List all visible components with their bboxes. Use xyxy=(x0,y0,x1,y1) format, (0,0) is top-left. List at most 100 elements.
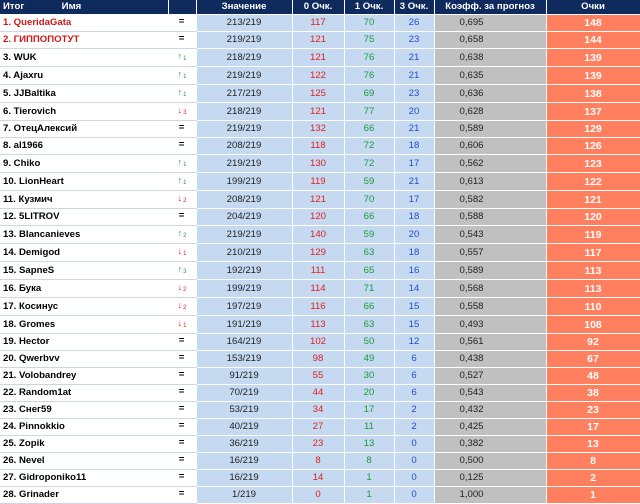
header-zero-points[interactable]: 0 Очк. xyxy=(292,0,345,16)
trend-indicator: ↓1 xyxy=(168,315,197,335)
trend-change: 3 xyxy=(183,110,187,117)
table-row[interactable]: 25. Zopik = 36/219 23 13 0 0,382 13 xyxy=(0,435,640,454)
player-name: 9. Chiko xyxy=(0,154,169,174)
table-row[interactable]: 21. Volobandrey = 91/219 55 30 6 0,527 48 xyxy=(0,367,640,386)
player-name: 4. Ajaxru xyxy=(0,66,169,86)
zero-points-cell: 121 xyxy=(292,31,345,50)
value-cell: 213/219 xyxy=(196,14,293,33)
player-name: 22. Random1at xyxy=(0,384,169,403)
zero-points-cell: 121 xyxy=(292,102,345,122)
coefficient-cell: 0,125 xyxy=(434,469,547,488)
table-row[interactable]: 8. al1966 = 208/219 118 72 18 0,606 126 xyxy=(0,137,640,156)
three-points-cell: 20 xyxy=(394,225,435,245)
header-one-point[interactable]: 1 Очк. xyxy=(344,0,395,16)
header-coefficient[interactable]: Коэфф. за прогноз xyxy=(434,0,547,16)
trend-eq-icon: = xyxy=(178,471,185,483)
trend-eq-icon: = xyxy=(178,488,185,500)
table-row[interactable]: 7. ОтецАлексий = 219/219 132 66 21 0,589 129 xyxy=(0,120,640,139)
points-cell: 121 xyxy=(546,190,640,210)
points-cell: 138 xyxy=(546,84,640,104)
table-row[interactable]: 2. ГИППОПОТУТ = 219/219 121 75 23 0,658 144 xyxy=(0,31,640,50)
coefficient-cell: 0,500 xyxy=(434,452,547,471)
table-row[interactable]: 15. SapneS ↑3 192/219 111 65 16 0,589 113 xyxy=(0,261,640,281)
header-points[interactable]: Очки xyxy=(546,0,640,16)
three-points-cell: 20 xyxy=(394,102,435,122)
one-point-cell: 49 xyxy=(344,350,395,369)
trend-change: 2 xyxy=(183,198,187,205)
coefficient-cell: 0,527 xyxy=(434,367,547,386)
table-row[interactable]: 24. Pinnokkio = 40/219 27 11 2 0,425 17 xyxy=(0,418,640,437)
player-name: 15. SapneS xyxy=(0,261,169,281)
coefficient-cell: 0,438 xyxy=(434,350,547,369)
one-point-cell: 30 xyxy=(344,367,395,386)
table-row[interactable]: 10. LionHeart ↑1 199/219 119 59 21 0,613 122 xyxy=(0,172,640,192)
trend-change: 1 xyxy=(183,180,187,187)
zero-points-cell: 118 xyxy=(292,137,345,156)
coefficient-cell: 0,588 xyxy=(434,208,547,227)
table-row[interactable]: 17. Косинус ↓2 197/219 116 66 15 0,558 110 xyxy=(0,297,640,317)
table-row[interactable]: 23. Снег59 = 53/219 34 17 2 0,432 23 xyxy=(0,401,640,420)
table-row[interactable]: 9. Chiko ↑1 219/219 130 72 17 0,562 123 xyxy=(0,154,640,174)
three-points-cell: 26 xyxy=(394,14,435,33)
one-point-cell: 66 xyxy=(344,120,395,139)
header-value[interactable]: Значение xyxy=(196,0,293,16)
table-row[interactable]: 16. Бука ↓2 199/219 114 71 14 0,568 113 xyxy=(0,279,640,299)
coefficient-cell: 0,382 xyxy=(434,435,547,454)
trend-up-icon: ↑ xyxy=(177,69,183,80)
header-rank-name[interactable]: Итог Имя xyxy=(0,0,169,16)
table-row[interactable]: 18. Gromes ↓1 191/219 113 63 15 0,493 108 xyxy=(0,315,640,335)
three-points-cell: 0 xyxy=(394,469,435,488)
value-cell: 218/219 xyxy=(196,102,293,122)
one-point-cell: 69 xyxy=(344,84,395,104)
zero-points-cell: 0 xyxy=(292,486,345,504)
trend-up-icon: ↑ xyxy=(177,51,183,62)
trend-eq-icon: = xyxy=(178,33,185,45)
zero-points-cell: 102 xyxy=(292,333,345,352)
table-row[interactable]: 20. Qwerbvv = 153/219 98 49 6 0,438 67 xyxy=(0,350,640,369)
table-row[interactable]: 26. Nevel = 16/219 8 8 0 0,500 8 xyxy=(0,452,640,471)
player-name: 12. 5LITROV xyxy=(0,208,169,227)
value-cell: 16/219 xyxy=(196,469,293,488)
trend-eq-icon: = xyxy=(178,420,185,432)
trend-indicator: ↑3 xyxy=(168,261,197,281)
value-cell: 1/219 xyxy=(196,486,293,504)
table-row[interactable]: 27. Gidroponiko11 = 16/219 14 1 0 0,125 2 xyxy=(0,469,640,488)
table-row[interactable]: 19. Hector = 164/219 102 50 12 0,561 92 xyxy=(0,333,640,352)
points-cell: 139 xyxy=(546,48,640,68)
trend-indicator: = xyxy=(168,486,197,504)
trend-indicator: = xyxy=(168,401,197,420)
table-row[interactable]: 12. 5LITROV = 204/219 120 66 18 0,588 120 xyxy=(0,208,640,227)
zero-points-cell: 132 xyxy=(292,120,345,139)
trend-indicator: ↓2 xyxy=(168,190,197,210)
zero-points-cell: 121 xyxy=(292,48,345,68)
table-row[interactable]: 6. Tierovich ↓3 218/219 121 77 20 0,628 137 xyxy=(0,102,640,122)
trend-eq-icon: = xyxy=(178,454,185,466)
value-cell: 208/219 xyxy=(196,190,293,210)
one-point-cell: 77 xyxy=(344,102,395,122)
table-row[interactable]: 13. Blancanieves ↑2 219/219 140 59 20 0,543 119 xyxy=(0,225,640,245)
zero-points-cell: 122 xyxy=(292,66,345,86)
table-row[interactable]: 14. Demigod ↓1 210/219 129 63 18 0,557 117 xyxy=(0,243,640,263)
one-point-cell: 1 xyxy=(344,469,395,488)
table-row[interactable]: 3. WUK ↑1 218/219 121 76 21 0,638 139 xyxy=(0,48,640,68)
table-row[interactable]: 22. Random1at = 70/219 44 20 6 0,543 38 xyxy=(0,384,640,403)
table-row[interactable]: 5. JJBaltika ↑1 217/219 125 69 23 0,636 138 xyxy=(0,84,640,104)
table-row[interactable]: 28. Grinader = 1/219 0 1 0 1,000 1 xyxy=(0,486,640,504)
zero-points-cell: 55 xyxy=(292,367,345,386)
trend-down-icon: ↓ xyxy=(177,282,183,293)
header-three-points[interactable]: 3 Очк. xyxy=(394,0,435,16)
coefficient-cell: 0,628 xyxy=(434,102,547,122)
table-row[interactable]: 1. QueridaGata = 213/219 117 70 26 0,695 148 xyxy=(0,14,640,33)
coefficient-cell: 0,695 xyxy=(434,14,547,33)
trend-indicator: = xyxy=(168,137,197,156)
trend-eq-icon: = xyxy=(178,139,185,151)
one-point-cell: 66 xyxy=(344,297,395,317)
table-row[interactable]: 11. Кузмич ↓2 208/219 121 70 17 0,582 121 xyxy=(0,190,640,210)
three-points-cell: 15 xyxy=(394,315,435,335)
zero-points-cell: 114 xyxy=(292,279,345,299)
trend-indicator: ↓3 xyxy=(168,102,197,122)
three-points-cell: 17 xyxy=(394,190,435,210)
three-points-cell: 18 xyxy=(394,137,435,156)
table-row[interactable]: 4. Ajaxru ↑1 219/219 122 76 21 0,635 139 xyxy=(0,66,640,86)
trend-indicator: ↑1 xyxy=(168,84,197,104)
